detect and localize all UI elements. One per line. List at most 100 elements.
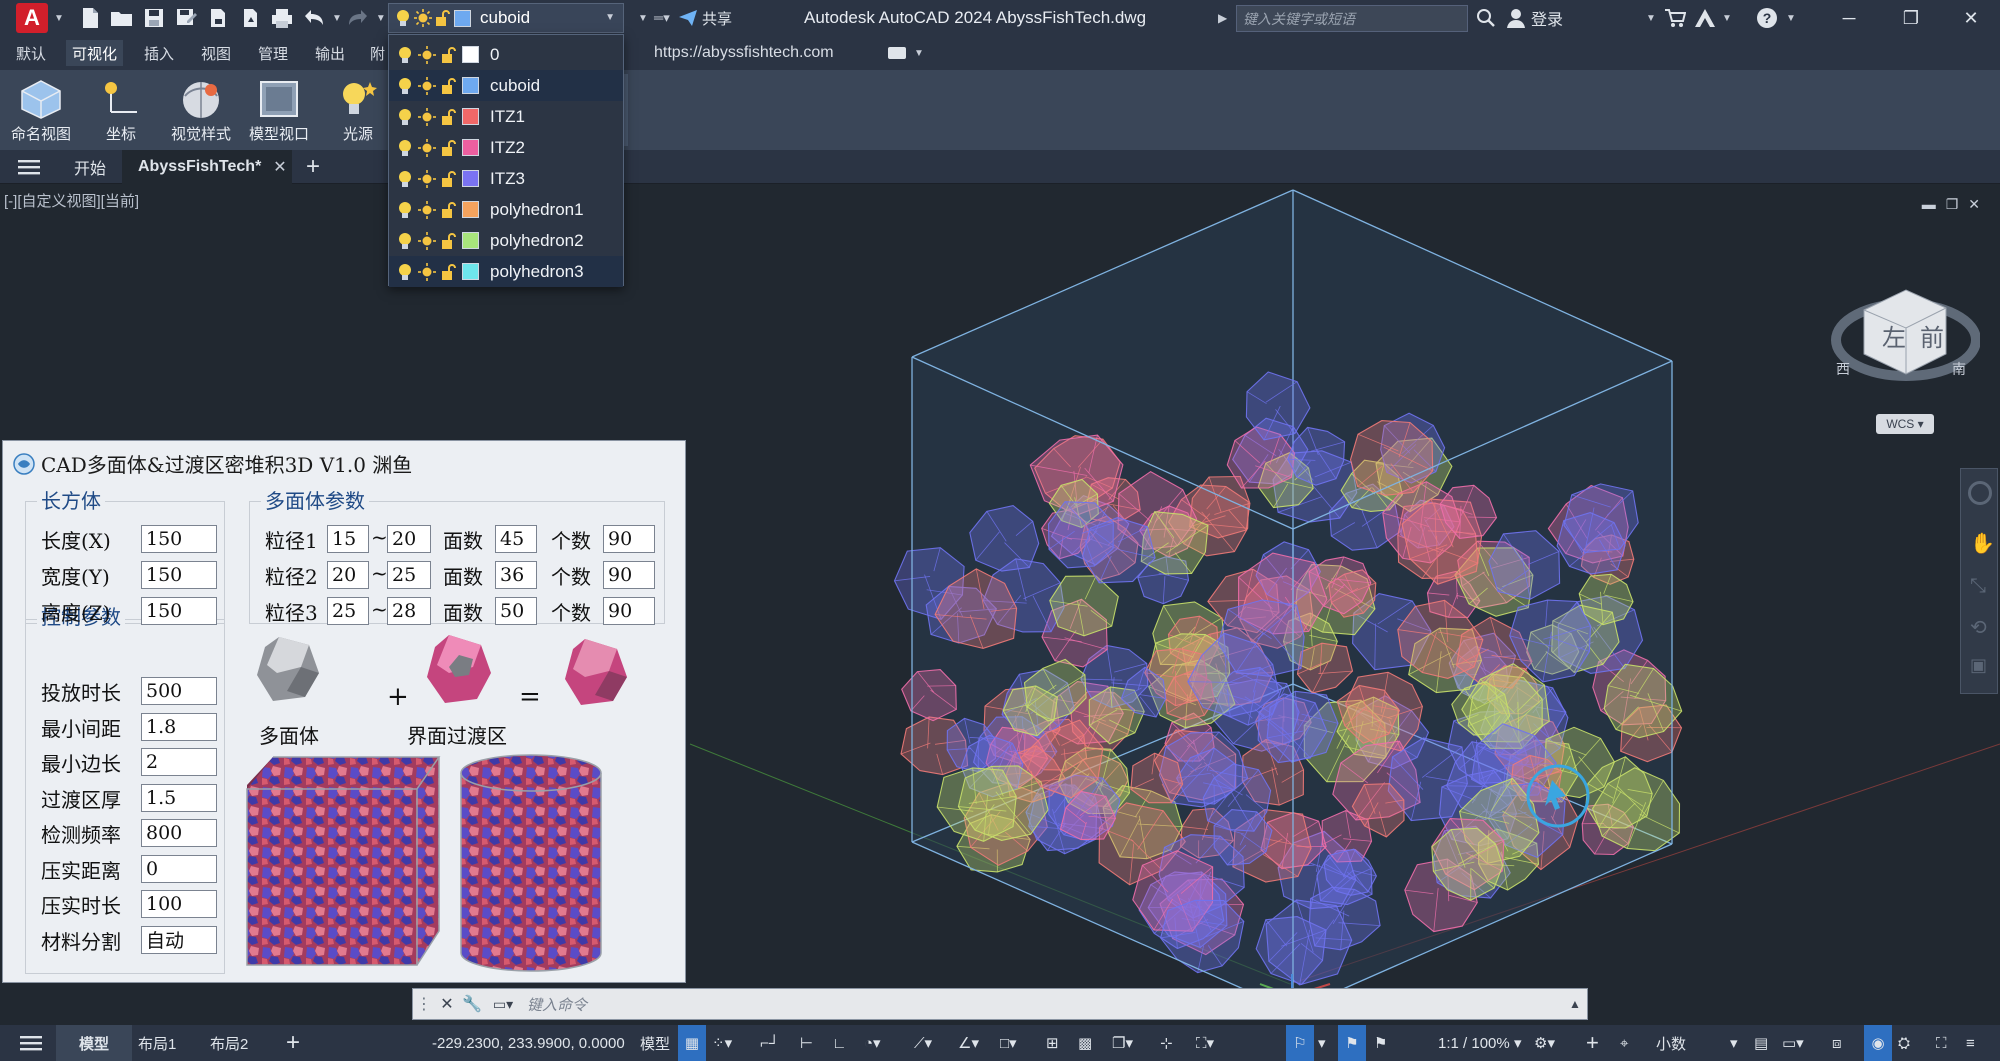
annotation-scale-value[interactable]: 1:1 / 100% [1438, 1025, 1510, 1061]
isolate-objects-icon[interactable]: ⧈ [1832, 1025, 1842, 1061]
size-max-input[interactable]: 25 [387, 561, 431, 589]
control-field-input[interactable]: 500 [141, 677, 217, 705]
layer-unlock-icon[interactable] [441, 139, 457, 157]
wcs-menu-button[interactable]: WCS ▾ [1876, 414, 1934, 434]
layer-combo-dropdown-icon[interactable]: ▼ [605, 12, 615, 23]
layer-color-swatch[interactable] [462, 108, 479, 125]
grid-display-icon[interactable]: ▦ [678, 1025, 706, 1061]
open-folder-icon[interactable] [109, 5, 135, 31]
layer-unlock-icon[interactable] [441, 46, 457, 64]
coordinates-readout[interactable]: -229.2300, 233.9900, 0.0000 [432, 1025, 625, 1061]
search-icon[interactable] [1476, 0, 1496, 36]
ribbon-minimize-toggle-icon[interactable] [888, 47, 906, 59]
status-menu-icon[interactable] [20, 1025, 42, 1061]
cuboid-field-input[interactable]: 150 [141, 525, 217, 553]
coordinates-button[interactable]: 坐标 [83, 72, 159, 148]
layer-color-swatch[interactable] [462, 139, 479, 156]
size-max-input[interactable]: 28 [387, 597, 431, 625]
annotation-scale-icon[interactable]: ⚑ [1374, 1025, 1387, 1061]
gizmo-icon[interactable]: ⚐ [1286, 1025, 1314, 1061]
layer-combo[interactable]: cuboid ▼ [388, 3, 624, 33]
size-max-input[interactable]: 20 [387, 525, 431, 553]
layout1-tab[interactable]: 布局1 [138, 1025, 176, 1061]
minimize-window-button[interactable]: ─ [1824, 0, 1874, 36]
lineweight-icon[interactable]: ⊞ [1046, 1025, 1059, 1061]
ribbon-tab-view[interactable]: 视图 [195, 40, 237, 66]
layer-color-swatch[interactable] [462, 46, 479, 63]
zoom-extents-icon[interactable]: ⤡ [1970, 575, 1986, 598]
polar-tracking-icon[interactable]: ◔▾ [864, 1025, 881, 1061]
model-layout-tab[interactable]: 模型 [56, 1025, 132, 1061]
units-dropdown[interactable]: 小数 [1656, 1025, 1686, 1061]
undo-dropdown-icon[interactable]: ▼ [332, 13, 342, 24]
save-web-icon[interactable] [237, 5, 263, 31]
compass-south-label[interactable]: 南 [1952, 362, 1966, 378]
layer-on-bulb-icon[interactable] [397, 263, 413, 281]
control-field-input[interactable]: 1.5 [141, 783, 217, 812]
ribbon-display-dropdown-icon[interactable]: ▼ [914, 48, 924, 59]
save-as-icon[interactable] [173, 5, 199, 31]
model-viewports-button[interactable]: 模型视口 [241, 72, 317, 148]
viewport-minimize-icon[interactable]: ▬ [1922, 196, 1936, 213]
restore-window-button[interactable]: ❐ [1886, 0, 1936, 36]
ribbon-url-link[interactable]: https://abyssfishtech.com [654, 44, 834, 62]
layer-item-polyhedron2[interactable]: polyhedron2 [389, 225, 623, 256]
layer-on-bulb-icon[interactable] [397, 170, 413, 188]
layer-thaw-sun-icon[interactable] [418, 200, 436, 219]
layer-on-bulb-icon[interactable] [397, 139, 413, 157]
lock-ui-icon[interactable]: ▭▾ [1782, 1025, 1804, 1061]
recent-commands-icon[interactable]: ▭▾ [485, 996, 521, 1013]
dynamic-ucs-icon[interactable]: ⛶▾ [1196, 1025, 1214, 1061]
control-field-input[interactable]: 800 [141, 819, 217, 847]
ribbon-tab-output[interactable]: 输出 [309, 40, 351, 66]
layer-on-bulb-icon[interactable] [397, 201, 413, 219]
annotation-scale-auto-icon[interactable]: ⚑ [1338, 1025, 1366, 1061]
snap-mode-icon[interactable]: ⁘▾ [712, 1025, 732, 1061]
lights-button[interactable]: 光源 [320, 72, 396, 148]
new-file-icon[interactable] [77, 5, 103, 31]
a360-dropdown-icon[interactable]: ▼ [1722, 0, 1732, 36]
layer-thaw-sun-icon[interactable] [418, 76, 436, 95]
control-field-input[interactable]: 自动 [141, 925, 217, 954]
3d-object-snap-icon[interactable]: ⊹ [1160, 1025, 1173, 1061]
showmotion-icon[interactable]: ▣ [1970, 655, 1987, 676]
command-input[interactable]: 键入命令 [521, 994, 1563, 1015]
scale-dropdown-icon[interactable]: ▾ [1514, 1025, 1522, 1061]
ribbon-tab-insert[interactable]: 插入 [138, 40, 180, 66]
cmd-history-expand-icon[interactable]: ▲ [1563, 997, 1587, 1011]
layer-item-polyhedron3[interactable]: polyhedron3 [389, 256, 623, 287]
size-min-input[interactable]: 25 [327, 597, 369, 625]
ribbon-tab-visualize[interactable]: 可视化 [66, 40, 124, 66]
hamburger-menu-icon[interactable] [18, 150, 40, 184]
autodesk-a360-icon[interactable] [1694, 0, 1716, 36]
layer-thaw-sun-icon[interactable] [418, 45, 436, 64]
help-icon[interactable]: ? [1756, 0, 1778, 36]
layer-item-itz3[interactable]: ITZ3 [389, 163, 623, 194]
pan-hand-icon[interactable]: ✋ [1970, 531, 1995, 555]
object-snap-tracking-icon[interactable]: ∠▾ [958, 1025, 979, 1061]
face-count-input[interactable]: 50 [495, 597, 537, 625]
layer-item-itz1[interactable]: ITZ1 [389, 101, 623, 132]
tab-start[interactable]: 开始 [74, 150, 106, 184]
layer-unlock-icon[interactable] [441, 170, 457, 188]
layer-color-swatch[interactable] [462, 201, 479, 218]
particle-count-input[interactable]: 90 [603, 597, 655, 625]
cmdline-close-icon[interactable]: ✕ [435, 994, 459, 1014]
sign-in-button[interactable]: 登录 [1506, 0, 1563, 36]
cart-icon[interactable] [1664, 0, 1686, 36]
transparency-icon[interactable]: ▩ [1078, 1025, 1092, 1061]
orbit-icon[interactable]: ⟲ [1970, 615, 1987, 640]
layer-item-itz2[interactable]: ITZ2 [389, 132, 623, 163]
layer-item-polyhedron1[interactable]: polyhedron1 [389, 194, 623, 225]
undo-icon[interactable] [301, 5, 327, 31]
customize-statusbar-icon[interactable]: ≡ [1966, 1025, 1975, 1061]
layer-thaw-sun-icon[interactable] [418, 262, 436, 281]
hardware-acceleration-icon[interactable]: ◉ [1864, 1025, 1892, 1061]
particle-count-input[interactable]: 90 [603, 525, 655, 553]
layer-unlock-icon[interactable] [441, 77, 457, 95]
layer-on-bulb-icon[interactable] [397, 46, 413, 64]
ribbon-tab-addons[interactable]: 附 [364, 40, 391, 66]
new-tab-icon[interactable]: + [306, 150, 320, 184]
units-dropdown-caret-icon[interactable]: ▾ [1730, 1025, 1738, 1061]
annotation-visibility-icon[interactable]: ▾ [1318, 1025, 1326, 1061]
